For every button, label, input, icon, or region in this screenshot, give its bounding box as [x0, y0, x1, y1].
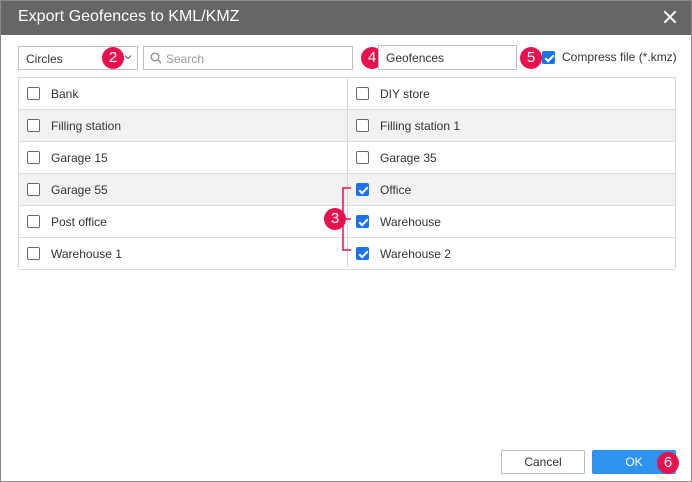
list-item[interactable]: DIY store	[348, 78, 676, 109]
list-item[interactable]: Bank	[19, 78, 347, 109]
annotation-badge-2: 2	[102, 47, 124, 69]
list-item[interactable]: Warehouse 2	[348, 238, 676, 269]
geofence-label: Filling station 1	[380, 119, 461, 133]
chevron-down-icon	[124, 53, 132, 61]
geofence-checkbox[interactable]	[356, 151, 369, 164]
geofence-label: Post office	[51, 215, 107, 229]
dialog-title: Export Geofences to KML/KMZ	[18, 8, 240, 25]
geofence-checkbox[interactable]	[356, 215, 369, 228]
geofence-label: Warehouse 1	[51, 247, 122, 261]
geofence-checkbox[interactable]	[27, 151, 40, 164]
list-item[interactable]: Post office	[19, 206, 347, 237]
file-name-value: Geofences	[386, 51, 445, 65]
geofence-label: Garage 35	[380, 151, 437, 165]
list-item[interactable]: Garage 15	[19, 142, 347, 173]
geofence-label: Bank	[51, 87, 79, 101]
geofence-checkbox[interactable]	[356, 119, 369, 132]
list-item[interactable]: Office	[348, 174, 676, 205]
list-item[interactable]: Filling station 1	[348, 110, 676, 141]
list-item[interactable]: Warehouse 1	[19, 238, 347, 269]
geofence-checkbox[interactable]	[27, 119, 40, 132]
search-icon	[150, 52, 162, 64]
geofence-label: Filling station	[51, 119, 122, 133]
list-item[interactable]: Warehouse	[348, 206, 676, 237]
compress-checkbox[interactable]	[542, 51, 555, 64]
export-dialog: Export Geofences to KML/KMZ Circles 2 Se…	[0, 0, 692, 482]
compress-label: Compress file (*.kmz)	[562, 50, 677, 64]
geofence-checkbox[interactable]	[356, 183, 369, 196]
list-item[interactable]: Garage 35	[348, 142, 676, 173]
geofence-checkbox[interactable]	[356, 247, 369, 260]
geofence-label: Warehouse	[380, 215, 441, 229]
file-name-input[interactable]: Geofences	[378, 45, 517, 70]
title-bar: Export Geofences to KML/KMZ	[1, 1, 691, 35]
search-placeholder: Search	[166, 52, 205, 66]
list-item[interactable]: Garage 55	[19, 174, 347, 205]
annotation-badge-6: 6	[657, 452, 679, 474]
list-item[interactable]: Filling station	[19, 110, 347, 141]
search-input[interactable]: Search	[143, 46, 353, 70]
geofence-label: Warehouse 2	[380, 247, 451, 261]
geofence-checkbox[interactable]	[356, 87, 369, 100]
geofence-checkbox[interactable]	[27, 183, 40, 196]
annotation-badge-5: 5	[520, 47, 542, 69]
annotation-badge-3: 3	[324, 208, 346, 230]
geofence-label: Office	[380, 183, 412, 197]
geofence-type-value: Circles	[26, 52, 63, 66]
geofence-label: Garage 55	[51, 183, 108, 197]
geofence-checkbox[interactable]	[27, 247, 40, 260]
geofence-checkbox[interactable]	[27, 87, 40, 100]
geofence-checkbox[interactable]	[27, 215, 40, 228]
cancel-button[interactable]: Cancel	[501, 450, 585, 474]
geofence-label: DIY store	[380, 87, 430, 101]
close-icon[interactable]	[663, 10, 677, 24]
geofence-label: Garage 15	[51, 151, 108, 165]
